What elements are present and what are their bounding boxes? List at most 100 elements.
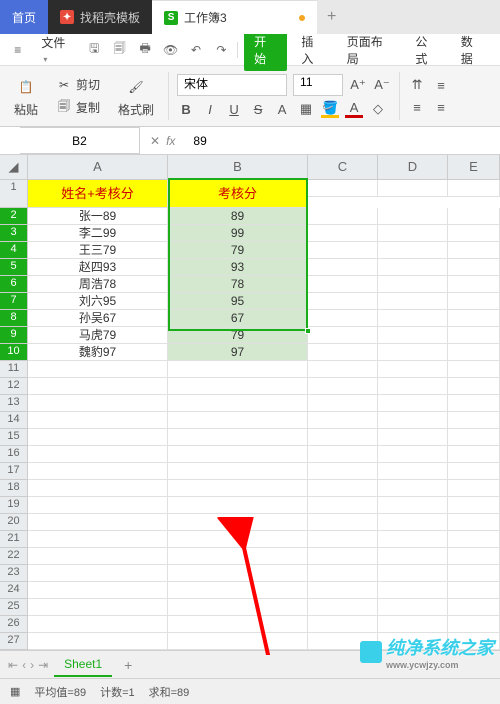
column-header[interactable]: A (28, 155, 168, 180)
cell[interactable] (448, 310, 500, 327)
sheet-tab[interactable]: Sheet1 (54, 653, 112, 677)
column-header[interactable]: C (308, 155, 378, 180)
row-header[interactable]: 9 (0, 327, 28, 344)
cell[interactable]: 周浩78 (28, 276, 168, 293)
cell[interactable] (28, 582, 168, 599)
cell[interactable]: 79 (168, 242, 308, 259)
cell[interactable] (28, 531, 168, 548)
cell[interactable]: 95 (168, 293, 308, 310)
strikethrough-button[interactable]: S (249, 100, 267, 118)
row-header[interactable]: 13 (0, 395, 28, 412)
cell[interactable] (168, 446, 308, 463)
row-header[interactable]: 2 (0, 208, 28, 225)
cell[interactable]: 李二99 (28, 225, 168, 242)
cell[interactable] (448, 180, 500, 197)
app-menu-icon[interactable]: ≡ (8, 40, 27, 60)
row-header[interactable]: 17 (0, 463, 28, 480)
cell[interactable] (308, 310, 378, 327)
redo-icon[interactable]: ↷ (212, 40, 231, 60)
cell[interactable] (448, 327, 500, 344)
cell[interactable] (28, 480, 168, 497)
menu-file[interactable]: 文件▾ (33, 30, 78, 69)
cell[interactable] (448, 480, 500, 497)
cell[interactable] (448, 514, 500, 531)
row-header[interactable]: 7 (0, 293, 28, 310)
cell[interactable]: 79 (168, 327, 308, 344)
cell[interactable] (168, 582, 308, 599)
row-header[interactable]: 22 (0, 548, 28, 565)
cell[interactable] (378, 344, 448, 361)
cell[interactable] (308, 582, 378, 599)
cell[interactable] (168, 514, 308, 531)
cell[interactable] (168, 429, 308, 446)
cell[interactable] (28, 565, 168, 582)
column-header[interactable]: E (448, 155, 500, 180)
sheet-nav-prev-icon[interactable]: ‹ (22, 658, 26, 672)
cell[interactable]: 赵四93 (28, 259, 168, 276)
font-name-select[interactable]: 宋体 (177, 74, 287, 96)
cell[interactable] (378, 293, 448, 310)
cell[interactable] (448, 276, 500, 293)
cancel-icon[interactable]: ✕ (150, 134, 160, 148)
font-color-button[interactable]: A (345, 100, 363, 118)
fx-icon[interactable]: fx (166, 134, 175, 148)
cell[interactable] (28, 446, 168, 463)
cell[interactable] (448, 548, 500, 565)
formula-input[interactable] (185, 127, 500, 154)
row-header[interactable]: 20 (0, 514, 28, 531)
menu-data[interactable]: 数据 (453, 29, 492, 71)
format-painter-button[interactable]: 🖌 格式刷 (112, 73, 160, 120)
cell[interactable] (168, 548, 308, 565)
cell[interactable] (308, 259, 378, 276)
font-size-select[interactable]: 11 (293, 74, 343, 96)
row-header[interactable]: 10 (0, 344, 28, 361)
tab-templates[interactable]: ✦ 找稻壳模板 (48, 0, 152, 34)
row-header[interactable]: 12 (0, 378, 28, 395)
cell[interactable] (308, 565, 378, 582)
cell[interactable] (28, 548, 168, 565)
cell[interactable]: 89 (168, 208, 308, 225)
italic-button[interactable]: I (201, 100, 219, 118)
cell[interactable] (448, 242, 500, 259)
cell[interactable] (378, 480, 448, 497)
cell[interactable] (378, 565, 448, 582)
undo-icon[interactable]: ↶ (186, 40, 205, 60)
row-header[interactable]: 16 (0, 446, 28, 463)
underline-button[interactable]: U (225, 100, 243, 118)
cell[interactable] (308, 599, 378, 616)
row-header[interactable]: 8 (0, 310, 28, 327)
cell[interactable] (28, 599, 168, 616)
cell-header[interactable]: 姓名+考核分 (28, 180, 168, 208)
tab-workbook[interactable]: S 工作簿3 (152, 0, 317, 34)
cut-button[interactable]: ✂ 剪切 (52, 74, 104, 95)
row-header[interactable]: 11 (0, 361, 28, 378)
cell[interactable] (308, 395, 378, 412)
cell[interactable] (378, 446, 448, 463)
cell[interactable] (448, 497, 500, 514)
decrease-font-icon[interactable]: A⁻ (373, 76, 391, 94)
cell[interactable] (28, 633, 168, 650)
cell[interactable] (308, 225, 378, 242)
spreadsheet-grid[interactable]: ◢ABCDE1姓名+考核分考核分2张一89893李二99994王三79795赵四… (0, 155, 500, 655)
cell[interactable] (308, 361, 378, 378)
paste-button[interactable]: 📋 粘贴 (8, 73, 44, 120)
align-left-icon[interactable]: ≡ (408, 98, 426, 116)
cell[interactable]: 王三79 (28, 242, 168, 259)
cell[interactable] (448, 208, 500, 225)
cell[interactable] (378, 310, 448, 327)
cell[interactable] (168, 361, 308, 378)
sheet-nav-last-icon[interactable]: ⇥ (38, 658, 48, 672)
cell[interactable] (378, 497, 448, 514)
cell[interactable] (448, 259, 500, 276)
row-header[interactable]: 18 (0, 480, 28, 497)
cell[interactable] (168, 395, 308, 412)
cell[interactable] (378, 180, 448, 197)
cell[interactable] (378, 395, 448, 412)
cell[interactable] (378, 582, 448, 599)
cell[interactable] (448, 225, 500, 242)
row-header[interactable]: 1 (0, 180, 28, 208)
row-header[interactable]: 21 (0, 531, 28, 548)
cell[interactable] (308, 446, 378, 463)
cell[interactable] (308, 242, 378, 259)
row-header[interactable]: 14 (0, 412, 28, 429)
